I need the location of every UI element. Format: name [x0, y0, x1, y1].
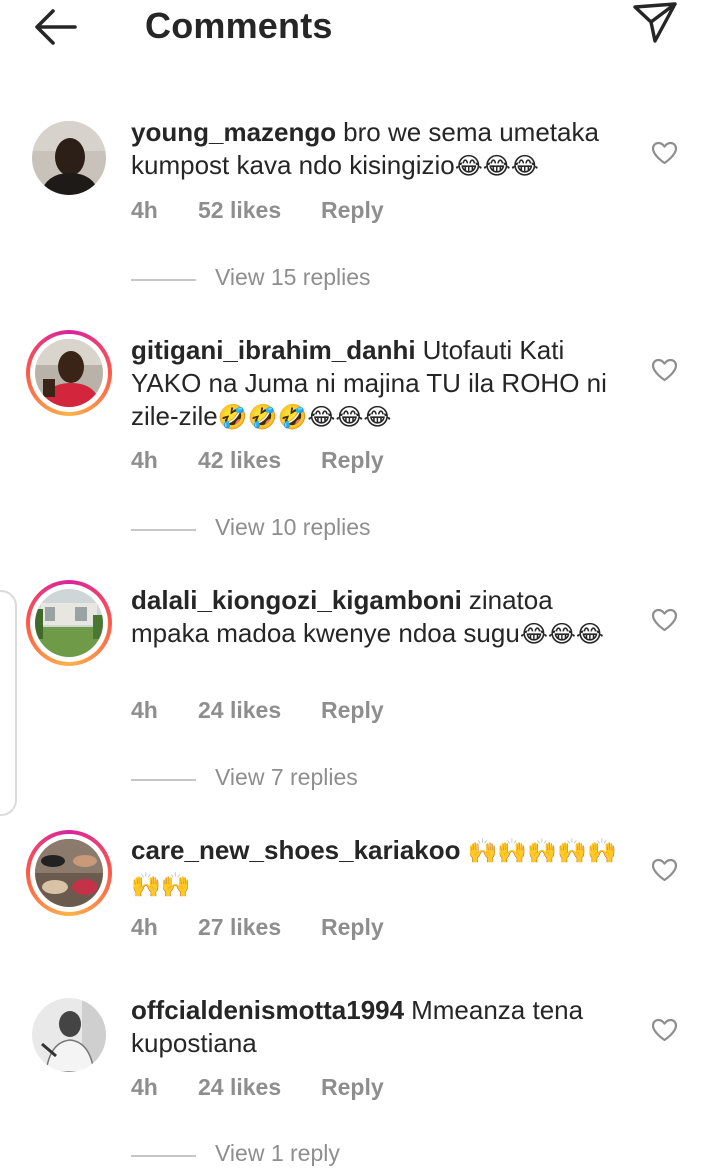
view-replies-button[interactable]: View 15 replies	[131, 264, 531, 294]
avatar-image	[32, 998, 106, 1072]
reply-button[interactable]: Reply	[321, 697, 384, 724]
comment-text: dalali_kiongozi_kigamboni zinatoa mpaka m…	[131, 584, 636, 651]
comment-time: 4h	[131, 1074, 158, 1100]
comment-time: 4h	[131, 697, 158, 723]
comment-text: gitigani_ibrahim_danhi Utofauti Kati YAKO…	[131, 334, 636, 434]
divider-line	[131, 1155, 196, 1157]
comment-likes[interactable]: 52 likes	[198, 197, 281, 224]
avatar[interactable]	[26, 992, 112, 1078]
back-button[interactable]	[28, 4, 84, 50]
reply-button[interactable]: Reply	[321, 914, 384, 941]
avatar[interactable]	[26, 830, 112, 916]
comment-likes[interactable]: 27 likes	[198, 914, 281, 941]
side-panel-edge	[0, 590, 17, 816]
divider-line	[131, 279, 196, 281]
comment-emojis: 😂😂😂	[519, 620, 604, 648]
reply-button[interactable]: Reply	[321, 1074, 384, 1101]
view-replies-label: View 15 replies	[215, 264, 371, 290]
heart-icon[interactable]	[651, 141, 678, 165]
comment-emojis: 😂😂😂	[454, 152, 539, 180]
heart-icon[interactable]	[651, 1018, 678, 1042]
avatar-image	[35, 339, 103, 407]
header-bar: Comments	[0, 0, 720, 60]
comment-username[interactable]: care_new_shoes_kariakoo	[131, 835, 461, 865]
comment-username[interactable]: dalali_kiongozi_kigamboni	[131, 585, 462, 615]
comment-time: 4h	[131, 447, 158, 473]
reply-button[interactable]: Reply	[321, 197, 384, 224]
heart-icon[interactable]	[651, 358, 678, 382]
heart-icon[interactable]	[651, 608, 678, 632]
comment-username[interactable]: offcialdenismotta1994	[131, 995, 404, 1025]
comment-time: 4h	[131, 914, 158, 940]
arrow-left-icon	[35, 9, 77, 45]
comment-emojis: 🤣🤣🤣😂😂😂	[217, 403, 392, 431]
reply-button[interactable]: Reply	[321, 447, 384, 474]
comment-username[interactable]: gitigani_ibrahim_danhi	[131, 335, 416, 365]
paper-plane-icon	[633, 2, 677, 43]
comment-time: 4h	[131, 197, 158, 223]
view-replies-label: View 10 replies	[215, 514, 371, 540]
avatar[interactable]	[26, 580, 112, 666]
divider-line	[131, 779, 196, 781]
view-replies-button[interactable]: View 7 replies	[131, 764, 531, 794]
avatar[interactable]	[26, 330, 112, 416]
avatar-image	[35, 839, 103, 907]
heart-icon[interactable]	[651, 858, 678, 882]
share-button[interactable]	[630, 0, 680, 46]
comment-likes[interactable]: 42 likes	[198, 447, 281, 474]
view-replies-label: View 1 reply	[215, 1140, 340, 1166]
avatar-image	[32, 121, 106, 195]
divider-line	[131, 529, 196, 531]
comment-text: care_new_shoes_kariakoo 🙌🙌🙌🙌🙌🙌🙌	[131, 834, 636, 902]
comment-likes[interactable]: 24 likes	[198, 697, 281, 724]
page-title: Comments	[145, 5, 333, 46]
view-replies-label: View 7 replies	[215, 764, 358, 790]
comment-text: offcialdenismotta1994 Mmeanza tena kupost…	[131, 994, 636, 1060]
comment-username[interactable]: young_mazengo	[131, 117, 336, 147]
comment-text: young_mazengo bro we sema umetaka kumpost…	[131, 116, 636, 183]
comment-likes[interactable]: 24 likes	[198, 1074, 281, 1101]
view-replies-button[interactable]: View 10 replies	[131, 514, 531, 544]
avatar[interactable]	[26, 115, 112, 201]
view-replies-button[interactable]: View 1 reply	[131, 1140, 531, 1170]
avatar-image	[35, 589, 103, 657]
